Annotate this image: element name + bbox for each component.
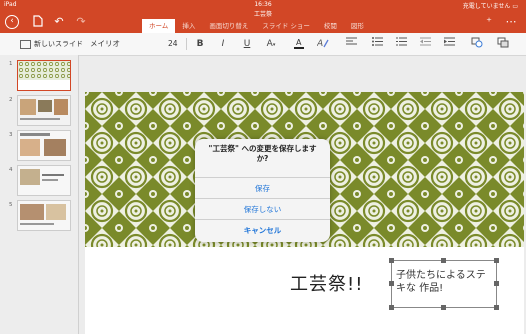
slide-thumbnail[interactable]	[17, 60, 71, 91]
resize-handle[interactable]	[389, 281, 394, 286]
bullets-icon[interactable]	[370, 37, 384, 51]
divider	[186, 38, 187, 50]
new-slide-button[interactable]: 新しいスライド	[34, 37, 83, 51]
slide-number: 5	[9, 202, 13, 208]
align-left-icon[interactable]	[344, 37, 358, 51]
decrease-indent-icon[interactable]	[418, 37, 432, 51]
numbering-icon[interactable]	[394, 37, 408, 51]
save-button[interactable]: 保存	[195, 177, 330, 199]
save-changes-dialog: "工芸祭" への変更を保存しますか? 保存 保存しない キャンセル	[195, 139, 330, 242]
slide-thumbnail[interactable]	[17, 95, 71, 126]
more-icon[interactable]: ⋯	[504, 15, 518, 29]
tab-shape[interactable]: 図形	[344, 19, 371, 33]
slide-thumbnail[interactable]	[17, 165, 71, 196]
status-time: 16:36	[254, 1, 272, 8]
slide-number: 3	[9, 132, 13, 138]
ribbon-tabs: ホーム 挿入 画面切り替え スライド ショー 校閲 図形	[142, 19, 371, 33]
tab-insert[interactable]: 挿入	[175, 19, 202, 33]
tab-review[interactable]: 校閲	[317, 19, 344, 33]
slide-title[interactable]: 工芸祭!!	[290, 270, 363, 296]
resize-handle[interactable]	[494, 281, 499, 286]
shapes-icon[interactable]	[470, 37, 484, 51]
clear-format-icon[interactable]: A	[316, 37, 330, 51]
redo-icon[interactable]: ↷	[74, 15, 88, 29]
slide-thumbnail[interactable]	[17, 130, 71, 161]
svg-text:A: A	[296, 38, 302, 47]
slide-number: 2	[9, 97, 13, 103]
slide-thumbnail[interactable]	[17, 200, 71, 231]
tab-transitions[interactable]: 画面切り替え	[202, 19, 255, 33]
share-person-icon[interactable]: ⁺	[482, 15, 496, 29]
cancel-button[interactable]: キャンセル	[195, 219, 330, 241]
slide-number: 1	[9, 61, 13, 67]
new-slide-icon[interactable]	[20, 40, 31, 49]
resize-handle[interactable]	[389, 258, 394, 263]
slide-number: 4	[9, 167, 13, 173]
font-size-change-button[interactable]: A▾	[264, 37, 278, 51]
arrange-icon[interactable]	[496, 37, 510, 51]
bold-button[interactable]: B	[193, 37, 207, 51]
dialog-message: "工芸祭" への変更を保存しますか?	[208, 144, 317, 163]
increase-indent-icon[interactable]	[442, 37, 456, 51]
undo-icon[interactable]: ↶	[52, 15, 66, 29]
font-name-select[interactable]: メイリオ	[90, 37, 168, 51]
tab-slideshow[interactable]: スライド ショー	[255, 19, 317, 33]
ribbon-toolbar: 新しいスライド メイリオ 24 B I U A▾ A A	[0, 33, 526, 56]
resize-handle[interactable]	[441, 258, 446, 263]
textbox-content[interactable]: 子供たちによるステキな 作品!	[396, 269, 494, 295]
resize-handle[interactable]	[389, 305, 394, 310]
slide-thumbnail-panel: 1 2 3 4 5	[0, 55, 79, 334]
file-icon[interactable]	[31, 15, 45, 29]
svg-text:A: A	[317, 39, 323, 49]
font-color-button[interactable]: A	[292, 37, 306, 51]
resize-handle[interactable]	[494, 258, 499, 263]
selected-textbox[interactable]: 子供たちによるステキな 作品!	[389, 258, 499, 310]
resize-handle[interactable]	[494, 305, 499, 310]
resize-handle[interactable]	[441, 305, 446, 310]
underline-button[interactable]: U	[240, 37, 254, 51]
tab-home[interactable]: ホーム	[142, 19, 176, 33]
back-icon[interactable]: ‹	[5, 15, 19, 29]
title-bar: iPad 16:36 充電していません ▭ 工芸祭 ‹ ↶ ↷ ホーム 挿入 画…	[0, 0, 526, 33]
font-size-select[interactable]: 24	[168, 37, 178, 51]
italic-button[interactable]: I	[216, 37, 230, 51]
dont-save-button[interactable]: 保存しない	[195, 198, 330, 220]
